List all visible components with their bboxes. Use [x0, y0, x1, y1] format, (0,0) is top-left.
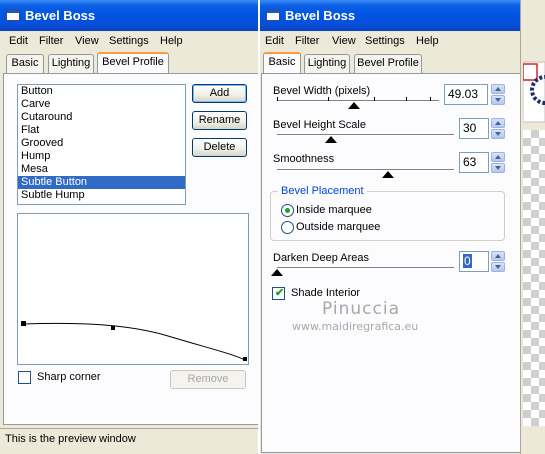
list-item[interactable]: Button — [18, 85, 185, 98]
right-tab-lighting[interactable]: Lighting — [304, 54, 350, 73]
list-item[interactable]: Cutaround — [18, 111, 185, 124]
preview-thumbnail — [523, 61, 545, 123]
darken-deep-areas-spinner[interactable] — [491, 251, 505, 272]
status-text: This is the preview window — [5, 433, 136, 445]
bevel-width-spinner[interactable] — [491, 84, 505, 105]
curve-point-icon[interactable] — [21, 321, 26, 326]
left-menu-view[interactable]: View — [75, 31, 99, 51]
bevel-width-field[interactable]: 49.03 — [444, 84, 488, 105]
list-item[interactable]: Carve — [18, 98, 185, 111]
add-button[interactable]: Add — [192, 84, 247, 103]
bevel-height-scale-field[interactable]: 30 — [459, 118, 489, 139]
right-menu-view[interactable]: View — [332, 31, 356, 51]
window-icon — [266, 9, 280, 21]
bevel-width-label: Bevel Width (pixels) — [273, 85, 371, 97]
darken-deep-areas-label: Darken Deep Areas — [273, 252, 369, 264]
watermark-name: Pinuccia — [322, 299, 400, 319]
remove-button[interactable]: Remove — [170, 370, 246, 389]
curve-point-icon[interactable] — [243, 357, 247, 361]
spin-up-icon[interactable] — [491, 152, 505, 162]
right-title-bar[interactable]: Bevel Boss — [260, 0, 522, 31]
smoothness-spinner[interactable] — [491, 152, 505, 173]
radio-dot-icon — [285, 208, 290, 213]
darken-deep-areas-slider[interactable] — [277, 267, 454, 269]
profile-curve — [21, 321, 247, 361]
left-menu-edit[interactable]: Edit — [9, 31, 28, 51]
status-bar: This is the preview window — [0, 428, 262, 454]
slider-thumb-icon[interactable] — [325, 136, 337, 143]
watermark-url: www.maidiregrafica.eu — [292, 320, 419, 333]
left-tab-bevel-profile[interactable]: Bevel Profile — [97, 52, 169, 73]
outside-marquee-label: Outside marquee — [296, 221, 381, 233]
spin-up-icon[interactable] — [491, 118, 505, 128]
spin-up-icon[interactable] — [491, 84, 505, 94]
list-item[interactable]: Flat — [18, 124, 185, 137]
shade-interior-label: Shade Interior — [291, 287, 361, 299]
left-title-bar[interactable]: Bevel Boss — [0, 0, 262, 31]
sharp-corner-checkbox[interactable] — [18, 371, 31, 384]
left-window-title: Bevel Boss — [25, 8, 96, 23]
preview-canvas[interactable] — [523, 130, 545, 426]
smoothness-label: Smoothness — [273, 153, 335, 165]
slider-tick — [328, 97, 329, 101]
left-tab-lighting[interactable]: Lighting — [48, 54, 94, 73]
left-menu-help[interactable]: Help — [160, 31, 183, 51]
right-menu-settings[interactable]: Settings — [365, 31, 405, 51]
list-item[interactable]: Subtle Hump — [18, 189, 185, 202]
bevel-profile-curve-editor[interactable] — [17, 213, 249, 365]
smoothness-slider[interactable] — [277, 169, 454, 171]
outside-marquee-radio[interactable] — [281, 221, 294, 234]
right-menu-edit[interactable]: Edit — [265, 31, 284, 51]
slider-tick — [277, 97, 278, 101]
smoothness-field[interactable]: 63 — [459, 152, 489, 173]
list-item[interactable]: Hump — [18, 150, 185, 163]
window-icon — [6, 9, 20, 21]
spin-down-icon[interactable] — [491, 129, 505, 139]
right-window-title: Bevel Boss — [285, 8, 356, 23]
right-menu-filter[interactable]: Filter — [295, 31, 319, 51]
bevel-height-scale-label: Bevel Height Scale — [273, 119, 366, 131]
left-menu-bar: Edit Filter View Settings Help — [0, 31, 262, 51]
list-item[interactable]: Mesa — [18, 163, 185, 176]
sharp-corner-label: Sharp corner — [37, 371, 101, 383]
list-item[interactable]: Grooved — [18, 137, 185, 150]
list-item-selected[interactable]: Subtle Button — [18, 176, 185, 189]
shade-interior-checkbox[interactable]: ✔ — [272, 287, 285, 300]
right-tab-bevel-profile[interactable]: Bevel Profile — [354, 54, 422, 73]
left-tab-basic[interactable]: Basic — [6, 54, 44, 73]
bevel-height-scale-spinner[interactable] — [491, 118, 505, 139]
bevel-height-scale-slider[interactable] — [277, 134, 454, 136]
spin-down-icon[interactable] — [491, 95, 505, 105]
inside-marquee-label: Inside marquee — [296, 204, 372, 216]
slider-thumb-icon[interactable] — [382, 171, 394, 178]
bevel-placement-group — [270, 191, 505, 241]
left-menu-settings[interactable]: Settings — [109, 31, 149, 51]
slider-thumb-icon[interactable] — [271, 269, 283, 276]
delete-button[interactable]: Delete — [192, 138, 247, 157]
spin-up-icon[interactable] — [491, 251, 505, 261]
curve-point-icon[interactable] — [111, 326, 115, 330]
spin-down-icon[interactable] — [491, 262, 505, 272]
darken-deep-areas-field[interactable]: 0 — [459, 251, 489, 272]
rename-button[interactable]: Rename — [192, 111, 247, 130]
left-plugin-window: Bevel Boss Edit Filter View Settings Hel… — [0, 0, 262, 454]
left-menu-filter[interactable]: Filter — [39, 31, 63, 51]
slider-thumb-icon[interactable] — [348, 102, 360, 109]
darken-deep-areas-value: 0 — [463, 254, 472, 268]
spin-down-icon[interactable] — [491, 163, 505, 173]
inside-marquee-radio[interactable] — [281, 204, 294, 217]
profile-list[interactable]: Button Carve Cutaround Flat Grooved Hump… — [17, 84, 186, 205]
slider-tick — [430, 97, 431, 101]
right-tab-basic[interactable]: Basic — [263, 52, 301, 73]
checkmark-icon: ✔ — [275, 287, 285, 299]
slider-tick — [374, 97, 375, 101]
right-menu-bar: Edit Filter View Settings Help — [260, 31, 522, 51]
bevel-placement-label: Bevel Placement — [278, 185, 367, 197]
slider-tick — [406, 97, 407, 101]
right-menu-help[interactable]: Help — [416, 31, 439, 51]
